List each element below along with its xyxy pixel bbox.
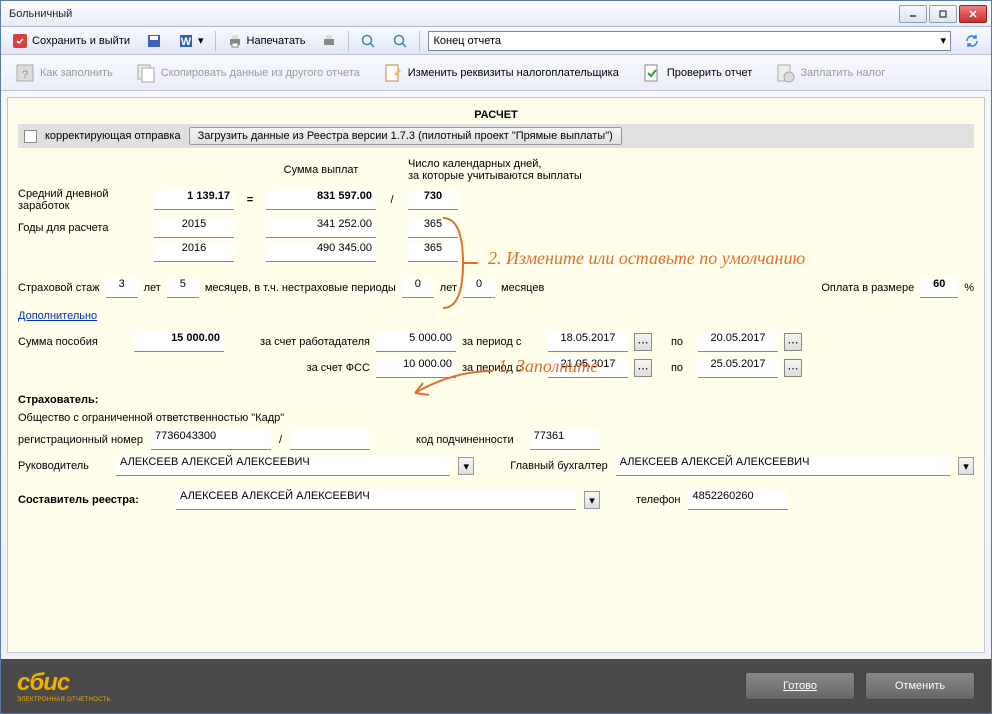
date2-picker[interactable]: ⋯ (784, 333, 802, 351)
year1-input[interactable]: 2015 (154, 218, 234, 238)
sbis-logo: сбис ЭЛЕКТРОННАЯ ОТЧЕТНОСТЬ (17, 669, 111, 703)
col-sum-header: Сумма выплат (266, 164, 376, 176)
chevron-down-icon: ▾ (198, 34, 204, 47)
chevron-down-icon: ▾ (589, 494, 595, 507)
zoom-in-button[interactable] (353, 30, 383, 52)
section-combo[interactable]: Конец отчета ▾ (428, 31, 951, 51)
avg-label: Средний дневной заработок (18, 188, 148, 212)
word-button[interactable]: W▾ (171, 30, 211, 52)
window-title: Больничный (5, 8, 899, 20)
employer-sum-input[interactable]: 5 000.00 (376, 332, 456, 352)
insurer-label: Страхователь: (18, 394, 974, 406)
insurer-name: Общество с ограниченной ответственностью… (18, 412, 974, 424)
pay-tax-button[interactable]: Заплатить налог (767, 58, 892, 88)
compiler-input[interactable]: АЛЕКСЕЕВ АЛЕКСЕЙ АЛЕКСЕЕВИЧ (176, 490, 576, 510)
load-registry-button[interactable]: Загрузить данные из Реестра версии 1.7.3… (189, 127, 622, 145)
toolbar-secondary: ? Как заполнить Скопировать данные из др… (1, 55, 991, 91)
ns-months-input[interactable]: 0 (463, 278, 495, 298)
fss-sum-input[interactable]: 10 000.00 (376, 358, 456, 378)
chevron-down-icon: ▾ (464, 460, 470, 473)
change-req-button[interactable]: Изменить реквизиты налогоплательщика (375, 58, 626, 88)
total-days[interactable]: 730 (408, 190, 458, 210)
close-button[interactable] (959, 5, 987, 23)
acc-input[interactable]: АЛЕКСЕЕВ АЛЕКСЕЙ АЛЕКСЕЕВИЧ (616, 456, 950, 476)
ellipsis-icon: ⋯ (638, 362, 649, 375)
compiler-dropdown[interactable]: ▾ (584, 491, 600, 509)
date2-input[interactable]: 20.05.2017 (698, 332, 778, 352)
svg-text:?: ? (22, 69, 28, 81)
correction-checkbox[interactable] (24, 130, 37, 143)
chevron-down-icon: ▾ (940, 34, 946, 47)
maximize-button[interactable] (929, 5, 957, 23)
date4-input[interactable]: 25.05.2017 (698, 358, 778, 378)
head-input[interactable]: АЛЕКСЕЕВ АЛЕКСЕЙ АЛЕКСЕЕВИЧ (116, 456, 450, 476)
money-icon (774, 62, 796, 84)
print-menu-button[interactable] (314, 30, 344, 52)
titlebar: Больничный (1, 1, 991, 27)
ns-years-input[interactable]: 0 (402, 278, 434, 298)
date3-input[interactable]: 21.05.2017 (548, 358, 628, 378)
stazh-label: Страховой стаж (18, 282, 100, 294)
svg-text:W: W (181, 36, 192, 48)
save-exit-button[interactable]: Сохранить и выйти (5, 30, 137, 52)
phone-input[interactable]: 4852260260 (688, 490, 788, 510)
zoom-out-button[interactable] (385, 30, 415, 52)
panel-header: РАСЧЕТ (18, 106, 974, 124)
reg-num2-input[interactable] (290, 430, 370, 450)
head-dropdown[interactable]: ▾ (458, 457, 474, 475)
printer-icon (227, 33, 243, 49)
date1-picker[interactable]: ⋯ (634, 333, 652, 351)
refresh-button[interactable] (957, 30, 987, 52)
total-sum[interactable]: 831 597.00 (266, 190, 376, 210)
footer: сбис ЭЛЕКТРОННАЯ ОТЧЕТНОСТЬ Готово Отмен… (1, 659, 991, 713)
disk-icon (146, 33, 162, 49)
pay-pct-input[interactable]: 60 (920, 278, 958, 298)
ellipsis-icon: ⋯ (788, 336, 799, 349)
days1-input[interactable]: 365 (408, 218, 458, 238)
date1-input[interactable]: 18.05.2017 (548, 332, 628, 352)
how-fill-button[interactable]: ? Как заполнить (7, 58, 120, 88)
refresh-icon (964, 33, 980, 49)
minimize-button[interactable] (899, 5, 927, 23)
printer-list-icon (321, 33, 337, 49)
word-icon: W (178, 33, 194, 49)
copy-data-button[interactable]: Скопировать данные из другого отчета (128, 58, 367, 88)
col-days-header: Число календарных дней, за которые учиты… (408, 158, 628, 182)
copy-icon (135, 62, 157, 84)
cancel-button[interactable]: Отменить (865, 672, 975, 700)
correction-label: корректирующая отправка (45, 130, 181, 142)
year2-input[interactable]: 2016 (154, 242, 234, 262)
chevron-down-icon: ▾ (963, 460, 969, 473)
stazh-months-input[interactable]: 5 (167, 278, 199, 298)
pay-pct-label: Оплата в размере (821, 282, 914, 294)
print-button[interactable]: Напечатать (220, 30, 313, 52)
check-icon (641, 62, 663, 84)
stazh-years-input[interactable]: 3 (106, 278, 138, 298)
date3-picker[interactable]: ⋯ (634, 359, 652, 377)
save-button[interactable] (139, 30, 169, 52)
acc-dropdown[interactable]: ▾ (958, 457, 974, 475)
benefit-label: Сумма пособия (18, 336, 128, 348)
ellipsis-icon: ⋯ (788, 362, 799, 375)
additional-link[interactable]: Дополнительно (18, 310, 97, 322)
help-icon: ? (14, 62, 36, 84)
edit-doc-icon (382, 62, 404, 84)
zoom-in-icon (360, 33, 376, 49)
days2-input[interactable]: 365 (408, 242, 458, 262)
toolbar-main: Сохранить и выйти W▾ Напечатать Конец от… (1, 27, 991, 55)
avg-value[interactable]: 1 139.17 (154, 190, 234, 210)
zoom-out-icon (392, 33, 408, 49)
sum2-input[interactable]: 490 345.00 (266, 242, 376, 262)
reg-num-input[interactable]: 7736043300 (151, 430, 271, 450)
ellipsis-icon: ⋯ (638, 336, 649, 349)
ready-button[interactable]: Готово (745, 672, 855, 700)
save-exit-icon (12, 33, 28, 49)
sum1-input[interactable]: 341 252.00 (266, 218, 376, 238)
date4-picker[interactable]: ⋯ (784, 359, 802, 377)
benefit-total-input[interactable]: 15 000.00 (134, 332, 224, 352)
years-label: Годы для расчета (18, 222, 148, 234)
check-report-button[interactable]: Проверить отчет (634, 58, 760, 88)
sub-code-input[interactable]: 77361 (530, 430, 600, 450)
